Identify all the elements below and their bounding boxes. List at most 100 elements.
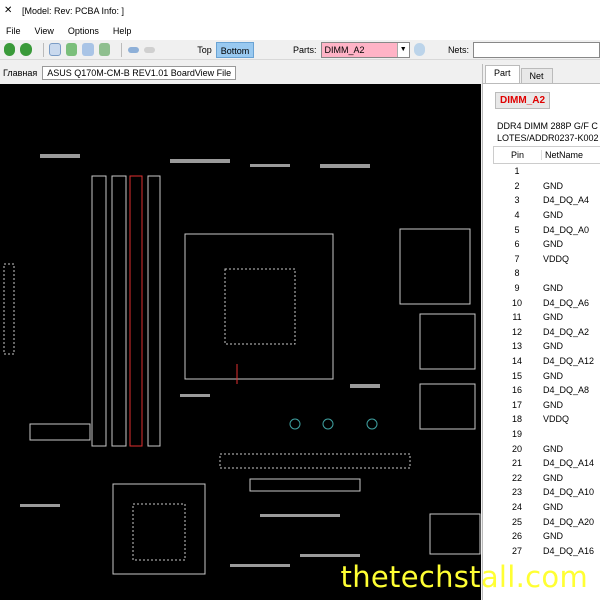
chevron-down-icon[interactable]: ▼	[396, 42, 409, 57]
netname-cell: GND	[543, 531, 563, 542]
zoom-in-icon[interactable]	[4, 43, 16, 56]
netname-cell: GND	[543, 180, 563, 191]
path-bar: Главная ASUS Q170M-CM-B REV1.01 BoardVie…	[0, 64, 482, 82]
menu-file[interactable]: File	[6, 26, 21, 36]
fit-icon[interactable]	[49, 43, 61, 56]
table-row[interactable]: 8	[493, 266, 600, 281]
toolbar-separator	[120, 42, 122, 57]
table-row[interactable]: 16 D4_DQ_A8	[493, 383, 600, 398]
menu-view[interactable]: View	[35, 26, 54, 36]
menu-options[interactable]: Options	[68, 26, 99, 36]
table-row[interactable]: 1	[493, 164, 600, 179]
toolbar: Top Bottom Parts: DIMM_A2 ▼ Nets:	[0, 40, 600, 60]
io-port[interactable]	[419, 313, 476, 370]
table-row[interactable]: 3 D4_DQ_A4	[493, 193, 600, 208]
netname-cell: VDDQ	[543, 414, 570, 425]
connector[interactable]	[249, 478, 361, 492]
table-row[interactable]: 15 GND	[493, 368, 600, 383]
dimm-slot[interactable]	[91, 175, 107, 447]
io-port[interactable]	[429, 513, 481, 555]
pin-cell: 14	[511, 356, 522, 367]
toolbar-separator	[42, 42, 44, 57]
side-bottom-button[interactable]: Bottom	[215, 41, 255, 58]
nets-input[interactable]	[472, 41, 600, 58]
parts-label: Parts:	[293, 44, 317, 55]
window-title: [Model: Rev: PCBA Info: ]	[22, 6, 125, 16]
pin-cell: 11	[512, 312, 522, 323]
table-row[interactable]: 25 D4_DQ_A20	[493, 514, 600, 529]
netname-cell: D4_DQ_A4	[543, 195, 590, 206]
table-row[interactable]: 21 D4_DQ_A14	[493, 456, 600, 471]
zoom-out-icon[interactable]	[20, 43, 32, 56]
cpu-socket[interactable]	[184, 233, 334, 380]
netname-cell: GND	[543, 283, 563, 294]
table-row[interactable]: 5 D4_DQ_A0	[493, 222, 600, 237]
io-port[interactable]	[399, 228, 471, 305]
table-row[interactable]: 13 GND	[493, 339, 600, 354]
connector[interactable]	[29, 423, 91, 441]
watermark-text: thetechstall.com	[340, 560, 588, 594]
forward-arrow-icon[interactable]	[143, 46, 156, 53]
side-top-button[interactable]: Top	[193, 42, 216, 58]
connector[interactable]	[3, 263, 15, 355]
table-row[interactable]: 19	[493, 427, 600, 442]
pin-cell: 6	[514, 239, 520, 250]
via	[289, 418, 301, 430]
menu-help[interactable]: Help	[113, 26, 132, 36]
table-row[interactable]: 18 VDDQ	[493, 412, 600, 427]
column-header-netname[interactable]: NetName	[542, 150, 583, 160]
table-row[interactable]: 9 GND	[493, 281, 600, 296]
dimm-slot[interactable]	[111, 175, 127, 447]
pin-cell: 9	[514, 283, 520, 294]
table-row[interactable]: 14 D4_DQ_A12	[493, 354, 600, 369]
pin-cell: 8	[514, 268, 520, 279]
table-row[interactable]: 10 D4_DQ_A6	[493, 295, 600, 310]
netname-cell: D4_DQ_A14	[543, 458, 595, 469]
table-row[interactable]: 27 D4_DQ_A16	[493, 543, 600, 558]
description-line: DDR4 DIMM 288P G/F C	[497, 121, 598, 131]
netname-cell: D4_DQ_A10	[543, 487, 595, 498]
table-row[interactable]: 23 D4_DQ_A10	[493, 485, 600, 500]
pin-cell: 7	[514, 253, 520, 264]
zoom-part-icon[interactable]	[82, 43, 94, 56]
table-row[interactable]: 11 GND	[493, 310, 600, 325]
pin-cell: 16	[511, 385, 522, 396]
table-row[interactable]: 24 GND	[493, 500, 600, 515]
tab-part[interactable]: Part	[485, 65, 520, 83]
pin-cell: 5	[514, 224, 520, 235]
home-label[interactable]: Главная	[3, 68, 37, 78]
netname-cell: GND	[543, 239, 563, 250]
zoom-area-icon[interactable]	[65, 43, 78, 56]
dimm-slot[interactable]	[147, 175, 161, 447]
board-view[interactable]	[0, 84, 481, 600]
zoom-part-icon[interactable]	[98, 43, 110, 56]
table-row[interactable]: 7 VDDQ	[493, 252, 600, 267]
table-row[interactable]: 6 GND	[493, 237, 600, 252]
table-row[interactable]: 17 GND	[493, 398, 600, 413]
io-port[interactable]	[419, 383, 476, 430]
netname-cell: D4_DQ_A0	[543, 224, 590, 235]
back-arrow-icon[interactable]	[127, 46, 139, 53]
board-canvas[interactable]	[0, 84, 481, 600]
file-tab[interactable]: ASUS Q170M-CM-B REV1.01 BoardView File	[42, 66, 237, 80]
dimm-slot-selected[interactable]	[129, 175, 143, 447]
netname-cell: D4_DQ_A6	[543, 297, 590, 308]
pch-chip[interactable]	[132, 503, 186, 561]
search-icon[interactable]	[413, 43, 426, 56]
pin-cell: 17	[511, 399, 522, 410]
table-row[interactable]: 2 GND	[493, 179, 600, 194]
table-row[interactable]: 26 GND	[493, 529, 600, 544]
pin-cell: 18	[511, 414, 522, 425]
table-row[interactable]: 22 GND	[493, 470, 600, 485]
table-row[interactable]: 20 GND	[493, 441, 600, 456]
table-row[interactable]: 4 GND	[493, 208, 600, 223]
pin-cell: 3	[514, 195, 520, 206]
tab-net[interactable]: Net	[520, 68, 553, 83]
cpu-pad[interactable]	[224, 268, 296, 345]
pin-table-body: 1 2 GND 3 D4_DQ_A4 4 GND 5 D4_DQ_A0 6 GND 7 VDDQ 8 9 GN…	[493, 164, 600, 558]
pcie-slot[interactable]	[219, 453, 411, 469]
table-row[interactable]: 12 D4_DQ_A2	[493, 325, 600, 340]
column-header-pin[interactable]: Pin	[494, 150, 542, 160]
parts-combo[interactable]: DIMM_A2 ▼	[320, 41, 410, 58]
pin-cell: 24	[511, 501, 522, 512]
